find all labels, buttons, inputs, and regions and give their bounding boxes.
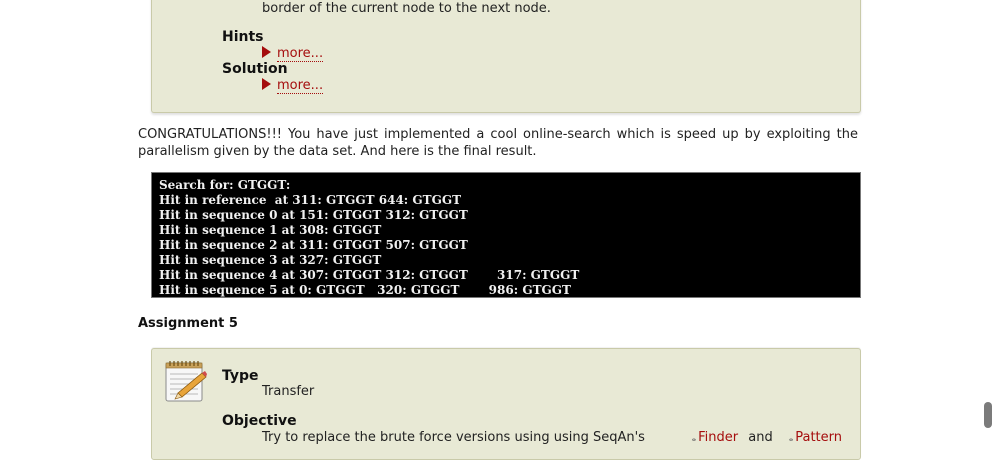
console-line: Search for: GTGGT: [159, 178, 291, 192]
hints-more-toggle[interactable]: more... [262, 46, 324, 62]
congratulations-paragraph: CONGRATULATIONS!!! You have just impleme… [138, 127, 858, 159]
expand-triangle-icon [262, 78, 271, 90]
objective-sentence: Try to replace the brute force versions … [262, 430, 645, 445]
finder-link[interactable]: Finder [698, 430, 738, 445]
type-label: Type [222, 368, 259, 384]
objective-label: Objective [222, 413, 297, 429]
hints-label: Hints [222, 29, 264, 45]
console-line: Hit in reference at 311: GTGGT 644: GTGG… [159, 193, 462, 207]
type-value: Transfer [262, 384, 315, 399]
assignment-5-heading: Assignment 5 [138, 316, 238, 331]
book-icon: 𝅝 [788, 431, 794, 444]
console-line: Hit in sequence 3 at 327: GTGGT [159, 253, 382, 267]
and-text: and [748, 430, 773, 445]
solution-label: Solution [222, 61, 288, 77]
console-line: Hit in sequence 5 at 0: GTGGT 320: GTGGT… [159, 283, 571, 297]
console-output: Search for: GTGGT: Hit in reference at 3… [151, 172, 861, 298]
console-line: Hit in sequence 2 at 311: GTGGT 507: GTG… [159, 238, 468, 252]
console-line: Hit in sequence 4 at 307: GTGGT 312: GTG… [159, 268, 580, 282]
solution-more-link[interactable]: more... [277, 78, 324, 94]
hints-more-link[interactable]: more... [277, 46, 324, 62]
book-icon: 𝅝 [691, 431, 697, 444]
objective-text: Try to replace the brute force versions … [262, 430, 842, 445]
scrollbar-thumb[interactable] [984, 402, 992, 428]
objective-links: 𝅝 Finder and 𝅝 Pattern [686, 430, 842, 445]
expand-triangle-icon [262, 46, 271, 58]
solution-more-toggle[interactable]: more... [262, 78, 324, 94]
console-line: Hit in sequence 0 at 151: GTGGT 312: GTG… [159, 208, 468, 222]
notepad-pencil-icon [165, 361, 207, 402]
objective-text-tail: border of the current node to the next n… [262, 1, 551, 16]
console-line: Hit in sequence 1 at 308: GTGGT [159, 223, 382, 237]
assignment-4-box: border of the current node to the next n… [151, 0, 861, 113]
vertical-scrollbar[interactable] [980, 0, 995, 448]
pattern-link[interactable]: Pattern [795, 430, 842, 445]
